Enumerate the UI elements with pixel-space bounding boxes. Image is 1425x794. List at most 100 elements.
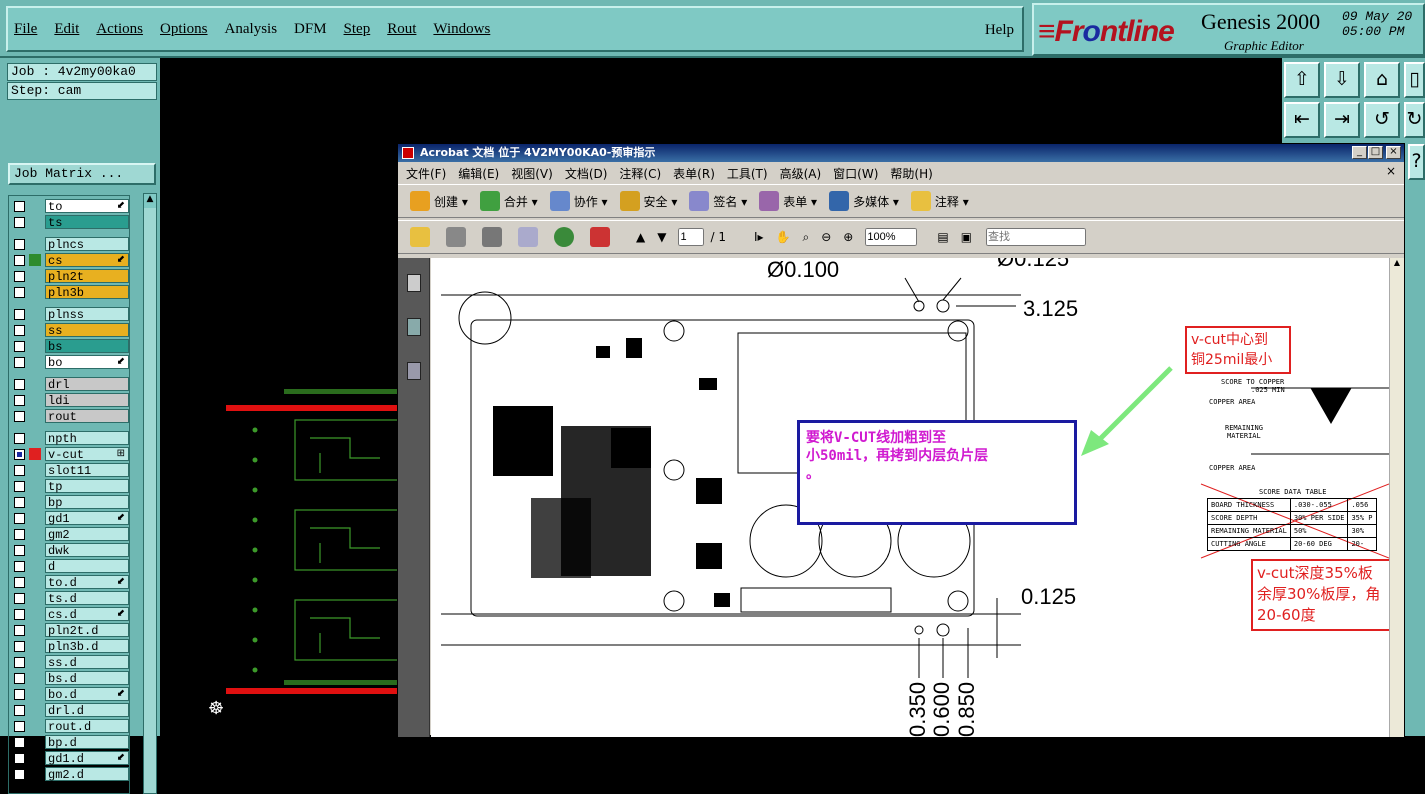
layer-row[interactable]: pln2t — [9, 269, 129, 284]
layer-name[interactable]: ts.d — [45, 591, 129, 606]
extra-icon[interactable]: ▯ — [1404, 62, 1425, 98]
layer-checkbox[interactable] — [14, 625, 25, 636]
layer-row[interactable]: drl.d — [9, 703, 129, 718]
layer-checkbox[interactable] — [14, 217, 25, 228]
layer-row[interactable]: ldi — [9, 393, 129, 408]
layer-name[interactable]: to.d ⬋ — [45, 575, 129, 590]
layer-name[interactable]: drl — [45, 377, 129, 392]
layer-name[interactable]: ldi — [45, 393, 129, 408]
layer-name[interactable]: pln3b.d — [45, 639, 129, 654]
acrobat-menu-item[interactable]: 视图(V) — [511, 165, 553, 182]
print-icon[interactable] — [446, 227, 470, 247]
layer-checkbox[interactable] — [14, 379, 25, 390]
layer-row[interactable]: bp.d — [9, 735, 129, 750]
layer-name[interactable]: pln2t.d — [45, 623, 129, 638]
layer-name[interactable]: d — [45, 559, 129, 574]
layer-name[interactable]: bp.d — [45, 735, 129, 750]
layer-name[interactable]: bp — [45, 495, 129, 510]
document-scrollbar[interactable]: ▲ — [1389, 258, 1404, 737]
doc-close-icon[interactable]: × — [1386, 164, 1396, 178]
task-button[interactable]: 注释 ▾ — [910, 191, 969, 211]
task-button[interactable]: 安全 ▾ — [619, 191, 677, 211]
signatures-icon[interactable] — [407, 362, 421, 380]
menu-file[interactable]: File — [14, 21, 37, 38]
layer-checkbox[interactable] — [14, 641, 25, 652]
layer-row[interactable]: plnss — [9, 307, 129, 322]
layer-checkbox[interactable] — [14, 239, 25, 250]
zoom-tool-icon[interactable]: ⌕ — [802, 230, 809, 245]
layer-checkbox[interactable] — [14, 737, 25, 748]
layer-name[interactable]: dwk — [45, 543, 129, 558]
menu-rout[interactable]: Rout — [387, 21, 416, 38]
layer-name[interactable]: tp — [45, 479, 129, 494]
layer-name[interactable]: cs.d ⬋ — [45, 607, 129, 622]
layer-name[interactable]: bo ⬋ — [45, 355, 129, 370]
job-matrix-button[interactable]: Job Matrix ... — [8, 163, 156, 185]
layer-checkbox[interactable] — [14, 561, 25, 572]
zoom-in-icon[interactable]: ⊕ — [843, 230, 853, 244]
pages-icon[interactable] — [407, 274, 421, 292]
layer-row[interactable]: d — [9, 559, 129, 574]
bookmarks-icon[interactable] — [407, 318, 421, 336]
email-icon[interactable] — [518, 227, 542, 247]
layer-row[interactable]: gd1 ⬋ — [9, 511, 129, 526]
home-icon[interactable]: ⌂ — [1364, 62, 1400, 98]
layer-row[interactable]: drl — [9, 377, 129, 392]
layer-checkbox[interactable] — [14, 411, 25, 422]
layer-row[interactable]: gm2.d — [9, 767, 129, 782]
layer-name[interactable]: rout — [45, 409, 129, 424]
layer-name[interactable]: gd1.d ⬋ — [45, 751, 129, 766]
layer-name[interactable]: rout.d — [45, 719, 129, 734]
layer-checkbox[interactable] — [14, 341, 25, 352]
layer-checkbox[interactable] — [14, 255, 25, 266]
menu-windows[interactable]: Windows — [433, 21, 490, 38]
redo-icon[interactable]: ↻ — [1404, 102, 1425, 138]
layer-name[interactable]: npth — [45, 431, 129, 446]
layer-checkbox[interactable] — [14, 689, 25, 700]
layer-row[interactable]: bo ⬋ — [9, 355, 129, 370]
layer-row[interactable]: cs.d ⬋ — [9, 607, 129, 622]
layer-row[interactable]: dwk — [9, 543, 129, 558]
layer-name[interactable]: bs.d — [45, 671, 129, 686]
layer-checkbox[interactable] — [14, 497, 25, 508]
page-number-input[interactable] — [678, 228, 705, 246]
layer-row[interactable]: slot11 — [9, 463, 129, 478]
layer-row[interactable]: bs — [9, 339, 129, 354]
layer-checkbox[interactable] — [14, 201, 25, 212]
save-icon[interactable]: ⇩ — [1324, 62, 1360, 98]
layer-row[interactable]: gd1.d ⬋ — [9, 751, 129, 766]
layer-checkbox[interactable] — [14, 769, 25, 780]
maximize-icon[interactable]: □ — [1368, 146, 1383, 159]
task-button[interactable]: 合并 ▾ — [479, 191, 538, 211]
menu-actions[interactable]: Actions — [96, 21, 143, 38]
acrobat-menu-item[interactable]: 帮助(H) — [890, 165, 932, 182]
acrobat-menu-item[interactable]: 注释(C) — [619, 165, 661, 182]
layer-row[interactable]: pln2t.d — [9, 623, 129, 638]
layer-checkbox[interactable] — [14, 753, 25, 764]
layer-checkbox[interactable] — [14, 357, 25, 368]
layer-name[interactable]: ss.d — [45, 655, 129, 670]
zoom-select[interactable] — [865, 228, 918, 246]
fit-page-icon[interactable]: ▤ — [937, 230, 948, 244]
layer-row[interactable]: pln3b.d — [9, 639, 129, 654]
menu-edit[interactable]: Edit — [54, 21, 79, 38]
open-file-icon[interactable] — [410, 227, 434, 247]
layer-row[interactable]: plncs — [9, 237, 129, 252]
layer-name[interactable]: gm2.d — [45, 767, 129, 782]
acrobat-menu-item[interactable]: 工具(T) — [727, 165, 768, 182]
layer-row[interactable]: bo.d ⬋ — [9, 687, 129, 702]
fit-width-icon[interactable]: ▣ — [961, 230, 972, 244]
arrow-left-icon[interactable]: ⇤ — [1284, 102, 1320, 138]
layer-row[interactable]: bs.d — [9, 671, 129, 686]
layer-name[interactable]: v-cut ⊞ — [45, 447, 129, 462]
task-button[interactable]: 多媒体 ▾ — [829, 191, 899, 211]
layer-row[interactable]: ts.d — [9, 591, 129, 606]
security-icon[interactable] — [590, 227, 614, 247]
scroll-up-arrow-icon[interactable]: ▲ — [1390, 258, 1404, 267]
next-page-icon[interactable]: ▼ — [657, 230, 666, 244]
help-icon[interactable]: ? — [1408, 144, 1425, 180]
layer-checkbox[interactable] — [14, 287, 25, 298]
layer-checkbox[interactable] — [14, 271, 25, 282]
acrobat-menu-item[interactable]: 表单(R) — [673, 165, 715, 182]
layer-name[interactable]: gd1 ⬋ — [45, 511, 129, 526]
